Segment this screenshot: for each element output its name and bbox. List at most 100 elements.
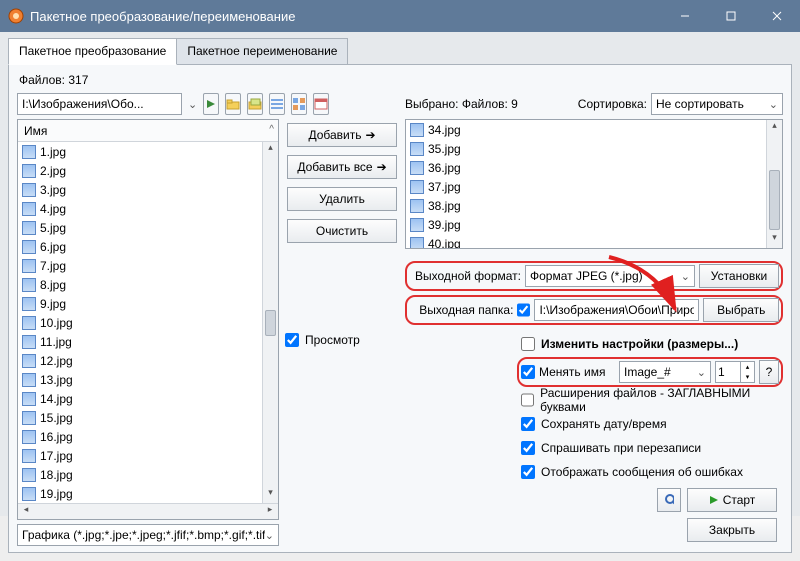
preview-checkbox[interactable] xyxy=(285,333,299,347)
tab-rename[interactable]: Пакетное переименование xyxy=(176,38,348,65)
image-file-icon xyxy=(410,142,424,156)
image-file-icon xyxy=(410,199,424,213)
chevron-down-icon xyxy=(697,365,706,379)
column-header-name[interactable]: Имя ^ xyxy=(18,120,278,142)
upper-ext-checkbox[interactable] xyxy=(521,393,534,407)
image-file-icon xyxy=(22,354,36,368)
resize-checkbox[interactable] xyxy=(521,337,535,351)
list-item[interactable]: 34.jpg xyxy=(406,120,766,139)
chevron-down-icon xyxy=(681,269,690,283)
list-item[interactable]: 17.jpg xyxy=(18,446,278,465)
rename-help-button[interactable]: ? xyxy=(759,360,779,384)
image-file-icon xyxy=(22,335,36,349)
add-button[interactable]: Добавить➔ xyxy=(287,123,397,147)
app-icon xyxy=(8,8,24,24)
go-button[interactable] xyxy=(203,93,219,115)
list-item[interactable]: 39.jpg xyxy=(406,215,766,234)
image-file-icon xyxy=(22,278,36,292)
ask-overwrite-checkbox[interactable] xyxy=(521,441,535,455)
add-all-button[interactable]: Добавить все➔ xyxy=(287,155,397,179)
list-item[interactable]: 7.jpg xyxy=(18,256,278,275)
scrollbar-vertical[interactable]: ▴ ▾ xyxy=(766,120,782,248)
selected-count-label: Выбрано: Файлов: 9 xyxy=(405,97,518,111)
preview-image-button[interactable] xyxy=(657,488,681,512)
folder-up-button[interactable] xyxy=(225,93,241,115)
chevron-down-icon[interactable] xyxy=(188,97,197,111)
list-item[interactable]: 35.jpg xyxy=(406,139,766,158)
list-item[interactable]: 12.jpg xyxy=(18,351,278,370)
sort-label: Сортировка: xyxy=(578,97,647,111)
list-item[interactable]: 14.jpg xyxy=(18,389,278,408)
output-folder-checkbox[interactable] xyxy=(517,303,530,317)
list-item[interactable]: 6.jpg xyxy=(18,237,278,256)
maximize-button[interactable] xyxy=(708,0,754,32)
close-dialog-button[interactable]: Закрыть xyxy=(687,518,777,542)
close-button[interactable] xyxy=(754,0,800,32)
list-item[interactable]: 4.jpg xyxy=(18,199,278,218)
list-item[interactable]: 10.jpg xyxy=(18,313,278,332)
show-errors-label: Отображать сообщения об ошибках xyxy=(541,465,743,479)
list-item[interactable]: 8.jpg xyxy=(18,275,278,294)
output-format-label: Выходной формат: xyxy=(409,269,521,283)
rename-start-spinner[interactable]: ▴▾ xyxy=(715,361,755,383)
list-item[interactable]: 36.jpg xyxy=(406,158,766,177)
output-format-combo[interactable]: Формат JPEG (*.jpg) xyxy=(525,265,695,287)
list-item[interactable]: 13.jpg xyxy=(18,370,278,389)
list-item[interactable]: 15.jpg xyxy=(18,408,278,427)
show-errors-checkbox[interactable] xyxy=(521,465,535,479)
list-item[interactable]: 19.jpg xyxy=(18,484,278,503)
clear-button[interactable]: Очистить xyxy=(287,219,397,243)
file-count-label: Файлов: 317 xyxy=(19,73,783,87)
scrollbar-vertical[interactable]: ▴ ▾ xyxy=(262,142,278,503)
image-file-icon xyxy=(22,221,36,235)
file-filter-combo[interactable]: Графика (*.jpg;*.jpe;*.jpeg;*.jfif;*.bmp… xyxy=(17,524,279,546)
source-file-list[interactable]: Имя ^ 1.jpg2.jpg3.jpg4.jpg5.jpg6.jpg7.jp… xyxy=(17,119,279,520)
view-details-button[interactable] xyxy=(269,93,285,115)
image-file-icon xyxy=(22,316,36,330)
rename-pattern-combo[interactable]: Image_# xyxy=(619,361,711,383)
minimize-button[interactable] xyxy=(662,0,708,32)
image-file-icon xyxy=(22,145,36,159)
keep-date-checkbox[interactable] xyxy=(521,417,535,431)
list-item[interactable]: 37.jpg xyxy=(406,177,766,196)
upper-ext-label: Расширения файлов - ЗАГЛАВНЫМИ буквами xyxy=(540,386,783,414)
sort-combo[interactable]: Не сортировать xyxy=(651,93,783,115)
list-item[interactable]: 40.jpg xyxy=(406,234,766,248)
folder-tree-button[interactable] xyxy=(247,93,263,115)
title-bar: Пакетное преобразование/переименование xyxy=(0,0,800,32)
list-item[interactable]: 11.jpg xyxy=(18,332,278,351)
window-title: Пакетное преобразование/переименование xyxy=(30,9,662,24)
list-item[interactable]: 3.jpg xyxy=(18,180,278,199)
image-file-icon xyxy=(22,468,36,482)
chevron-down-icon xyxy=(265,528,274,542)
image-file-icon xyxy=(22,373,36,387)
list-item[interactable]: 16.jpg xyxy=(18,427,278,446)
image-file-icon xyxy=(22,449,36,463)
image-file-icon xyxy=(410,161,424,175)
ask-overwrite-label: Спрашивать при перезаписи xyxy=(541,441,701,455)
image-file-icon xyxy=(22,297,36,311)
image-file-icon xyxy=(22,259,36,273)
format-settings-button[interactable]: Установки xyxy=(699,264,779,288)
image-file-icon xyxy=(22,411,36,425)
image-file-icon xyxy=(22,430,36,444)
list-item[interactable]: 1.jpg xyxy=(18,142,278,161)
selected-file-list[interactable]: 34.jpg35.jpg36.jpg37.jpg38.jpg39.jpg40.j… xyxy=(405,119,783,249)
image-file-icon xyxy=(410,218,424,232)
image-file-icon xyxy=(410,180,424,194)
browse-folder-button[interactable]: Выбрать xyxy=(703,298,779,322)
source-path-combo[interactable] xyxy=(17,93,182,115)
list-item[interactable]: 2.jpg xyxy=(18,161,278,180)
list-item[interactable]: 9.jpg xyxy=(18,294,278,313)
resize-label: Изменить настройки (размеры...) xyxy=(541,337,738,351)
remove-button[interactable]: Удалить xyxy=(287,187,397,211)
output-folder-input[interactable] xyxy=(534,299,699,321)
rename-checkbox[interactable] xyxy=(521,365,535,379)
start-button[interactable]: Старт xyxy=(687,488,777,512)
preview-label: Просмотр xyxy=(305,333,360,347)
list-item[interactable]: 38.jpg xyxy=(406,196,766,215)
list-item[interactable]: 5.jpg xyxy=(18,218,278,237)
scrollbar-horizontal[interactable]: ◂ ▸ xyxy=(18,503,278,519)
list-item[interactable]: 18.jpg xyxy=(18,465,278,484)
tab-convert[interactable]: Пакетное преобразование xyxy=(8,38,177,65)
